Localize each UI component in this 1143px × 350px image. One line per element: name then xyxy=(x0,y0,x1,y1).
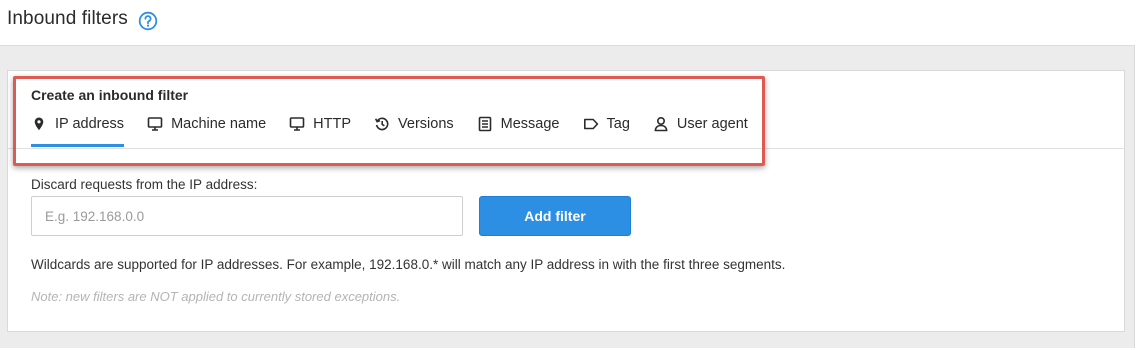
filter-type-tabs: IP address Machine name HTTP Versions Me… xyxy=(31,111,771,147)
tab-http[interactable]: HTTP xyxy=(289,111,351,137)
divider xyxy=(8,148,1124,149)
header-bar: Inbound filters xyxy=(0,0,1135,46)
tab-label: Tag xyxy=(606,116,630,132)
document-icon xyxy=(477,116,493,132)
tab-message[interactable]: Message xyxy=(477,111,560,137)
tab-label: Versions xyxy=(398,116,454,132)
add-filter-button[interactable]: Add filter xyxy=(479,196,631,236)
tab-label: IP address xyxy=(55,116,125,132)
history-icon xyxy=(374,116,390,132)
stored-exceptions-note: Note: new filters are NOT applied to cur… xyxy=(31,289,401,304)
section-label: Create an inbound filter xyxy=(31,87,189,103)
ip-address-input[interactable] xyxy=(31,196,463,236)
tag-icon xyxy=(583,116,599,132)
tab-label: Machine name xyxy=(171,116,267,132)
tab-user-agent[interactable]: User agent xyxy=(653,111,748,137)
tab-label: Message xyxy=(500,116,560,132)
tab-ip-address[interactable]: IP address xyxy=(31,111,125,147)
tab-tag[interactable]: Tag xyxy=(583,111,630,137)
user-icon xyxy=(653,116,669,132)
tab-label: User agent xyxy=(676,116,748,132)
map-pin-icon xyxy=(31,116,47,132)
ip-field-label: Discard requests from the IP address: xyxy=(31,177,258,192)
tab-machine-name[interactable]: Machine name xyxy=(147,111,266,137)
monitor-icon xyxy=(147,116,163,132)
wildcard-hint: Wildcards are supported for IP addresses… xyxy=(31,257,786,272)
tab-label: HTTP xyxy=(313,116,352,132)
tab-versions[interactable]: Versions xyxy=(374,111,454,137)
monitor-icon xyxy=(289,116,305,132)
page-title: Inbound filters xyxy=(7,8,128,29)
help-circle-icon[interactable] xyxy=(138,11,158,31)
